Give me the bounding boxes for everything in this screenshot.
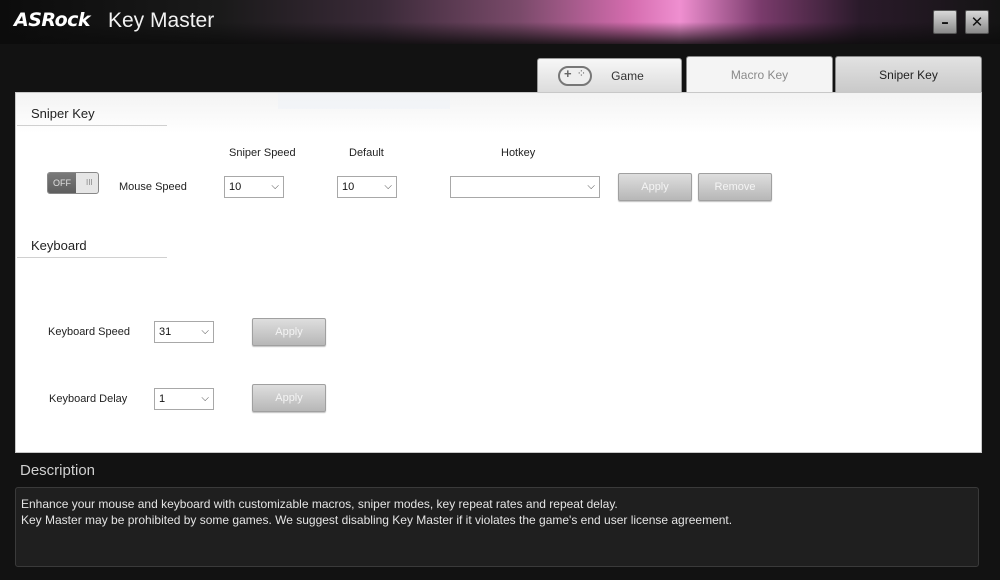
sniper-key-heading: Sniper Key [31, 106, 95, 121]
toggle-grip-icon: III [86, 178, 93, 187]
keyboard-delay-value: 1 [159, 393, 166, 405]
keyboard-speed-value: 31 [159, 326, 172, 338]
title-bar: ASRock Key Master – ✕ [0, 0, 1000, 44]
chevron-down-icon: ⌵ [271, 181, 279, 192]
chevron-down-icon: ⌵ [201, 326, 209, 337]
sniper-speed-value: 10 [229, 181, 242, 193]
keyboard-speed-label: Keyboard Speed [48, 326, 130, 338]
chevron-down-icon: ⌵ [587, 181, 595, 192]
description-line-1: Enhance your mouse and keyboard with cus… [21, 497, 618, 511]
tab-sniper-key[interactable]: Sniper Key [835, 56, 982, 93]
gamepad-icon [558, 66, 592, 86]
close-icon: ✕ [970, 13, 984, 31]
default-speed-value: 10 [342, 181, 355, 193]
sniper-remove-button[interactable]: Remove [698, 173, 772, 201]
keyboard-heading: Keyboard [31, 238, 87, 253]
description-title: Description [20, 462, 96, 479]
ghost-overlay [278, 93, 450, 109]
tab-macro-key[interactable]: Macro Key [686, 56, 833, 93]
keyboard-speed-apply-button[interactable]: Apply [252, 318, 326, 346]
toggle-off-label: OFF [48, 173, 76, 193]
close-button[interactable]: ✕ [965, 10, 989, 34]
keyboard-speed-select[interactable]: 31 ⌵ [154, 321, 214, 343]
description-box: Enhance your mouse and keyboard with cus… [15, 487, 979, 567]
default-header: Default [349, 147, 384, 159]
minimize-button[interactable]: – [933, 10, 957, 34]
default-speed-select[interactable]: 10 ⌵ [337, 176, 397, 198]
mouse-speed-label: Mouse Speed [119, 181, 187, 193]
sniper-speed-select[interactable]: 10 ⌵ [224, 176, 284, 198]
hotkey-select[interactable]: ⌵ [450, 176, 600, 198]
tab-macro-key-label: Macro Key [730, 67, 789, 82]
tab-game[interactable]: Game [537, 58, 682, 93]
sniper-apply-button[interactable]: Apply [618, 173, 692, 201]
sniper-key-divider [17, 125, 167, 126]
tab-sniper-key-label: Sniper Key [879, 67, 938, 82]
tab-game-label: Game [611, 68, 644, 83]
keyboard-divider [17, 257, 167, 258]
chevron-down-icon: ⌵ [384, 181, 392, 192]
sniper-speed-header: Sniper Speed [229, 147, 296, 159]
asrock-logo: ASRock [14, 9, 91, 31]
app-title: Key Master [108, 9, 215, 32]
chevron-down-icon: ⌵ [201, 393, 209, 404]
description-line-2: Key Master may be prohibited by some gam… [21, 513, 733, 527]
sniper-toggle[interactable]: OFF III [47, 172, 99, 194]
keyboard-delay-select[interactable]: 1 ⌵ [154, 388, 214, 410]
keyboard-delay-label: Keyboard Delay [49, 393, 128, 405]
minimize-icon: – [941, 13, 949, 31]
hotkey-header: Hotkey [501, 147, 536, 159]
keyboard-delay-apply-button[interactable]: Apply [252, 384, 326, 412]
